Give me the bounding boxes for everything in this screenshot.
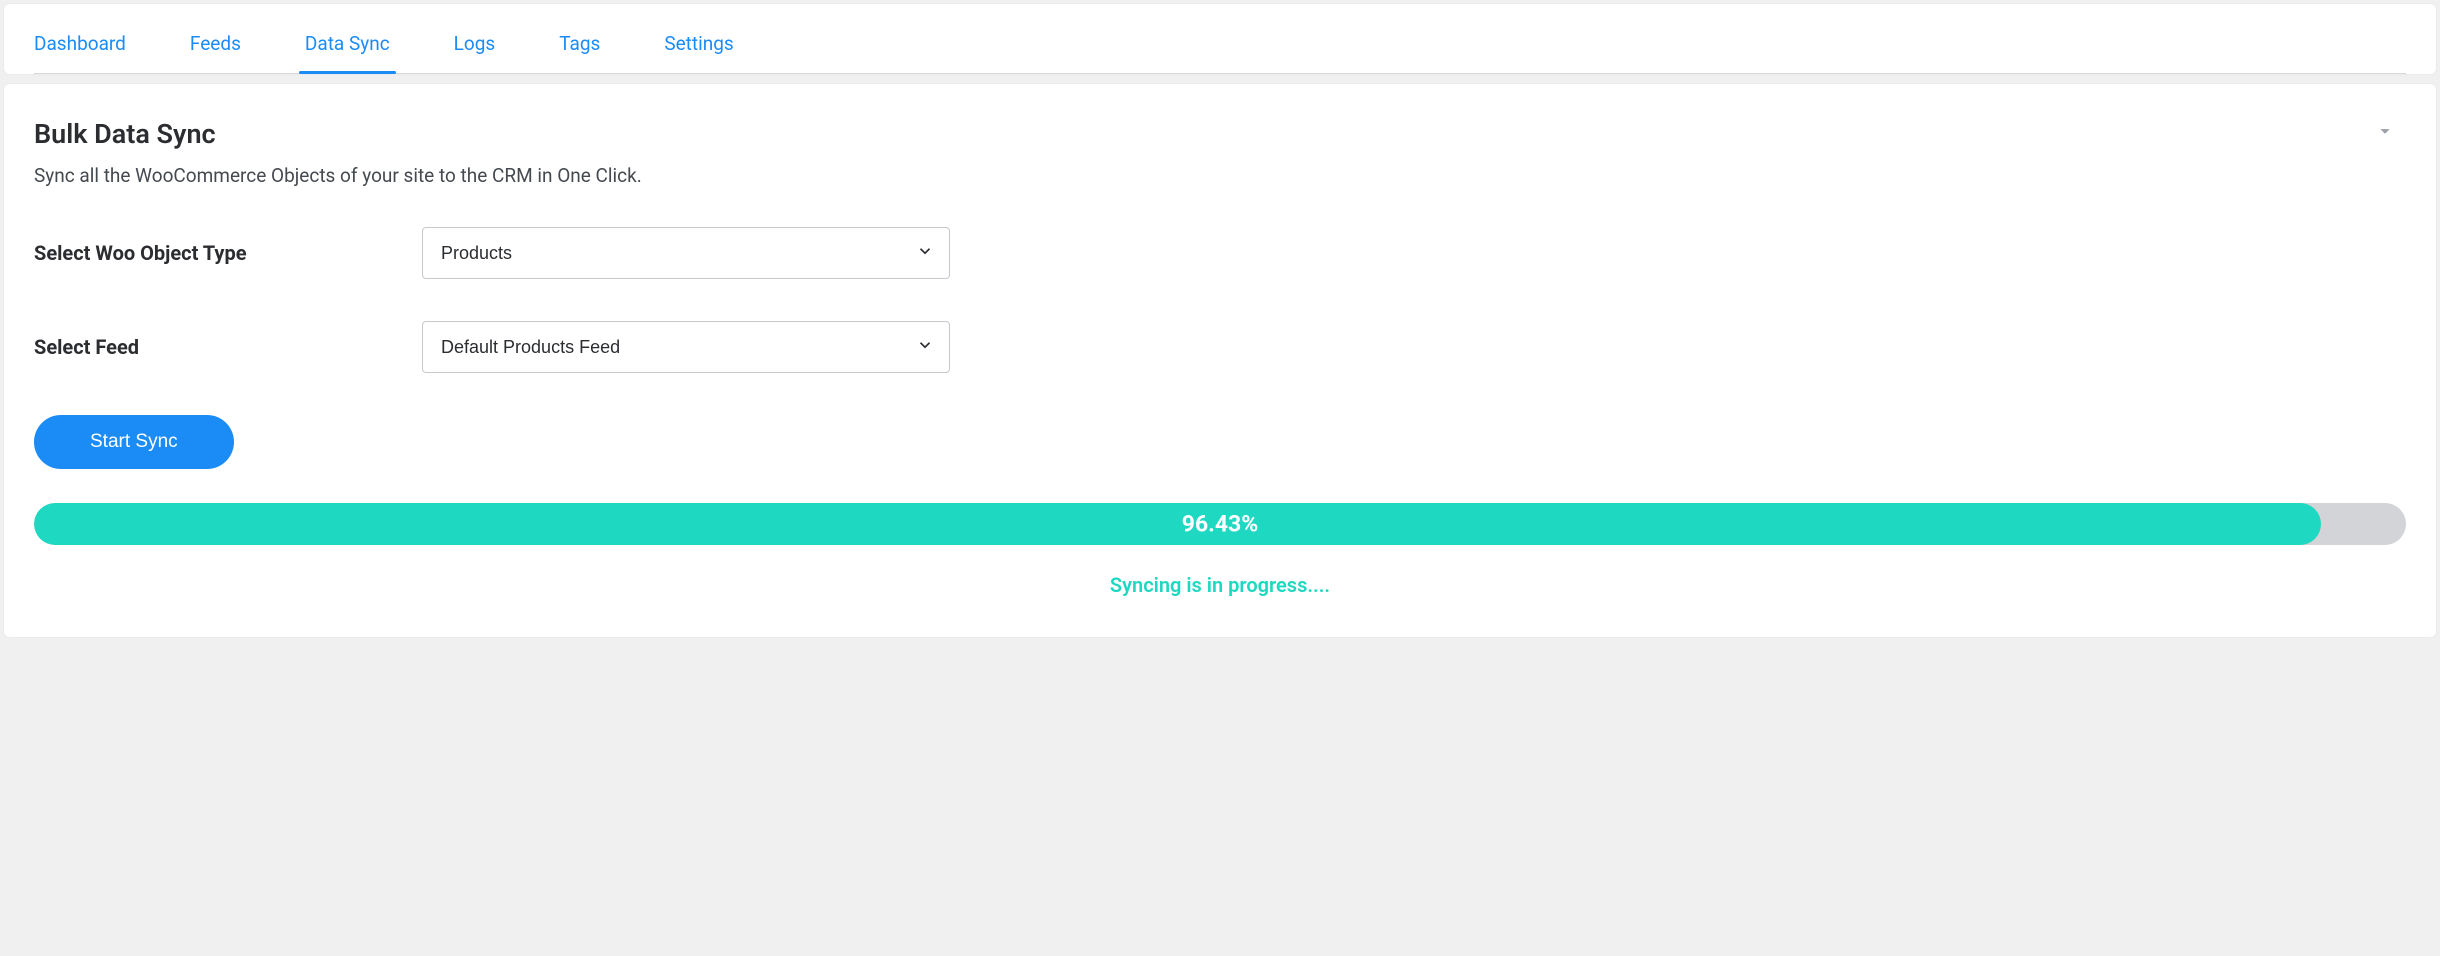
tab-list: Dashboard Feeds Data Sync Logs Tags Sett… xyxy=(34,14,2406,74)
progress-percent-text: 96.43% xyxy=(1182,511,1258,538)
page-subtitle: Sync all the WooCommerce Objects of your… xyxy=(34,164,2406,187)
page-title: Bulk Data Sync xyxy=(34,118,2406,150)
sync-status-text: Syncing is in progress.... xyxy=(34,573,2406,597)
tab-dashboard[interactable]: Dashboard xyxy=(34,14,126,73)
tab-data-sync[interactable]: Data Sync xyxy=(305,14,390,73)
start-sync-button[interactable]: Start Sync xyxy=(34,415,234,469)
row-feed: Select Feed Default Products Feed xyxy=(34,321,2406,373)
tab-feeds[interactable]: Feeds xyxy=(190,14,241,73)
progress-fill xyxy=(34,503,2321,545)
collapse-toggle[interactable] xyxy=(2374,120,2396,146)
tabs-panel: Dashboard Feeds Data Sync Logs Tags Sett… xyxy=(4,4,2436,74)
select-object-type[interactable]: Products xyxy=(422,227,950,279)
tab-settings[interactable]: Settings xyxy=(664,14,733,73)
progress-section: 96.43% Syncing is in progress.... xyxy=(34,503,2406,597)
chevron-down-icon xyxy=(2374,127,2396,146)
row-object-type: Select Woo Object Type Products xyxy=(34,227,2406,279)
select-object-type-wrap: Products xyxy=(422,227,950,279)
content-panel: Bulk Data Sync Sync all the WooCommerce … xyxy=(4,84,2436,637)
select-feed[interactable]: Default Products Feed xyxy=(422,321,950,373)
progress-bar: 96.43% xyxy=(34,503,2406,545)
select-feed-wrap: Default Products Feed xyxy=(422,321,950,373)
label-object-type: Select Woo Object Type xyxy=(34,241,422,265)
label-feed: Select Feed xyxy=(34,335,422,359)
tab-tags[interactable]: Tags xyxy=(559,14,600,73)
tab-logs[interactable]: Logs xyxy=(454,14,496,73)
